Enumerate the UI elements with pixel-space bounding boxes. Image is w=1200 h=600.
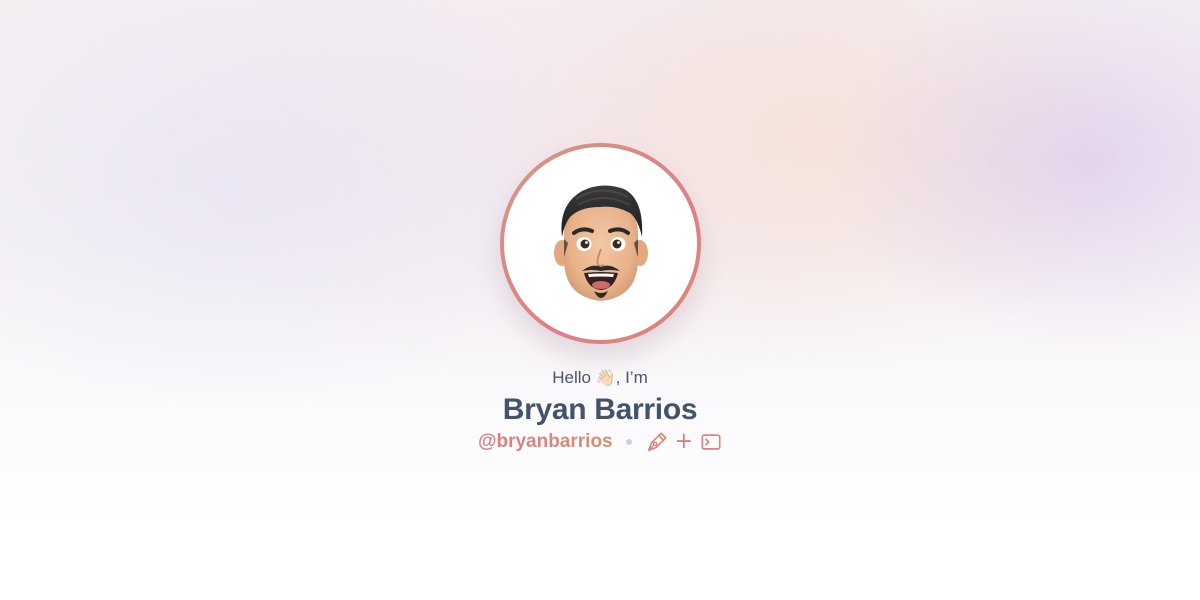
avatar — [504, 147, 697, 340]
avatar-ring — [500, 143, 701, 344]
greeting-suffix: , I’m — [615, 368, 648, 387]
greeting: Hello 👋🏻, I’m — [0, 366, 1200, 390]
handle-link[interactable]: @bryanbarrios — [478, 428, 613, 456]
plus-icon: + — [674, 429, 694, 454]
terminal-icon[interactable] — [700, 430, 722, 454]
handle-row: @bryanbarrios + — [0, 428, 1200, 456]
memoji-avatar-icon — [554, 185, 648, 301]
greeting-prefix: Hello — [552, 368, 591, 387]
page-title: Bryan Barrios — [502, 393, 698, 426]
hero: Hello 👋🏻, I’m Bryan Barrios @bryanbarrio… — [0, 0, 1200, 600]
pen-nib-icon[interactable] — [646, 430, 668, 454]
separator-dot — [625, 439, 632, 445]
waving-hand-icon: 👋🏻 — [595, 368, 616, 387]
